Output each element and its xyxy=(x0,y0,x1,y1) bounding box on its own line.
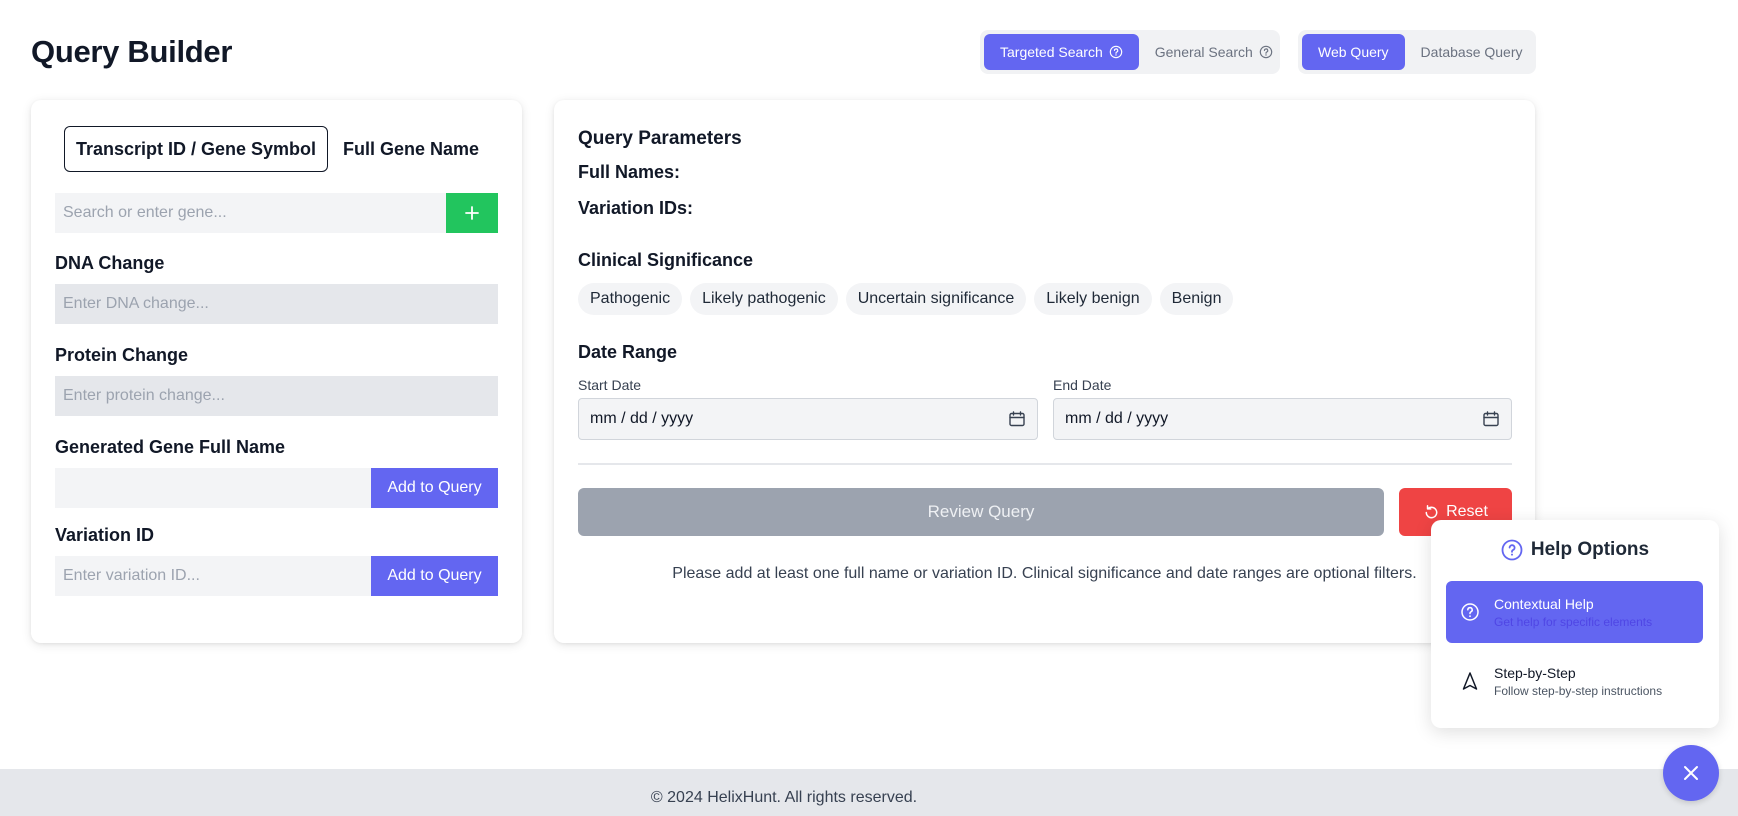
step-by-step-title: Step-by-Step xyxy=(1494,664,1576,681)
protein-change-input[interactable] xyxy=(55,376,498,416)
search-mode-toggle: Targeted Search General Search xyxy=(980,30,1280,74)
step-by-step-text: Step-by-Step Follow step-by-step instruc… xyxy=(1494,665,1662,698)
generated-full-name-field[interactable] xyxy=(55,468,371,508)
contextual-help-title: Contextual Help xyxy=(1494,595,1594,612)
dna-change-input[interactable] xyxy=(55,284,498,324)
page-title: Query Builder xyxy=(31,34,233,69)
gene-search-input[interactable] xyxy=(55,193,446,233)
targeted-search-label: Targeted Search xyxy=(1000,44,1103,60)
help-options-panel: Help Options Contextual Help Get help fo… xyxy=(1431,520,1719,728)
help-options-title: Help Options xyxy=(1530,539,1650,560)
start-date-label: Start Date xyxy=(578,377,642,393)
chip-benign[interactable]: Benign xyxy=(1159,283,1234,315)
start-date-input[interactable]: mm / dd / yyyy xyxy=(578,398,1038,440)
end-date-label: End Date xyxy=(1053,377,1112,393)
gene-input-card: Transcript ID / Gene Symbol Full Gene Na… xyxy=(31,100,522,643)
navigation-icon xyxy=(1462,672,1478,690)
full-names-label: Full Names: xyxy=(578,162,681,182)
calendar-icon[interactable] xyxy=(1008,410,1026,428)
tab-full-gene-name[interactable]: Full Gene Name xyxy=(338,126,484,172)
reset-label: Reset xyxy=(1446,503,1488,520)
end-date-value: mm / dd / yyyy xyxy=(1065,410,1169,427)
contextual-help-text: Contextual Help Get help for specific el… xyxy=(1494,596,1652,629)
query-parameters-title: Query Parameters xyxy=(578,128,742,149)
review-query-button[interactable]: Review Query xyxy=(578,488,1384,536)
help-options-header: Help Options xyxy=(1431,539,1719,561)
contextual-help-option[interactable]: Contextual Help Get help for specific el… xyxy=(1446,581,1703,643)
close-help-button[interactable] xyxy=(1663,745,1719,801)
help-circle-icon[interactable] xyxy=(1259,45,1273,59)
help-circle-icon xyxy=(1501,539,1523,561)
variation-ids-label: Variation IDs: xyxy=(578,198,694,218)
web-query-button[interactable]: Web Query xyxy=(1302,34,1405,70)
variation-id-input[interactable] xyxy=(55,556,371,596)
variation-id-label: Variation ID xyxy=(55,525,155,545)
general-search-label: General Search xyxy=(1154,44,1253,60)
clinical-significance-chips: Pathogenic Likely pathogenic Uncertain s… xyxy=(578,283,1234,315)
query-parameters-card: Query Parameters Full Names: Variation I… xyxy=(554,100,1535,643)
close-icon xyxy=(1684,766,1698,780)
step-by-step-option[interactable]: Step-by-Step Follow step-by-step instruc… xyxy=(1446,650,1703,712)
protein-change-label: Protein Change xyxy=(55,345,189,365)
reset-icon xyxy=(1425,504,1438,518)
start-date-value: mm / dd / yyyy xyxy=(590,410,694,427)
footer-copyright: © 2024 HelixHunt. All rights reserved. xyxy=(650,789,918,806)
date-range-title: Date Range xyxy=(578,342,678,362)
chip-likely-pathogenic[interactable]: Likely pathogenic xyxy=(690,283,838,315)
help-circle-icon[interactable] xyxy=(1109,45,1123,59)
plus-icon xyxy=(465,206,479,220)
chip-uncertain-significance[interactable]: Uncertain significance xyxy=(845,283,1027,315)
step-by-step-description: Follow step-by-step instructions xyxy=(1494,683,1663,698)
chip-likely-benign[interactable]: Likely benign xyxy=(1034,283,1152,315)
chip-pathogenic[interactable]: Pathogenic xyxy=(578,283,683,315)
add-full-name-button[interactable]: Add to Query xyxy=(371,468,498,508)
add-variation-id-button[interactable]: Add to Query xyxy=(371,556,498,596)
query-help-text: Please add at least one full name or var… xyxy=(672,565,1417,582)
clinical-significance-title: Clinical Significance xyxy=(578,250,754,270)
add-gene-button[interactable] xyxy=(446,193,498,233)
divider xyxy=(578,463,1512,465)
dna-change-label: DNA Change xyxy=(55,253,165,273)
tab-transcript-gene-symbol[interactable]: Transcript ID / Gene Symbol xyxy=(64,126,328,172)
general-search-button[interactable]: General Search xyxy=(1139,34,1289,70)
footer: © 2024 HelixHunt. All rights reserved. xyxy=(0,769,1738,816)
query-mode-toggle: Web Query Database Query xyxy=(1298,30,1536,74)
targeted-search-button[interactable]: Targeted Search xyxy=(984,34,1139,70)
end-date-input[interactable]: mm / dd / yyyy xyxy=(1053,398,1512,440)
database-query-button[interactable]: Database Query xyxy=(1405,34,1539,70)
calendar-icon[interactable] xyxy=(1482,410,1500,428)
contextual-help-description: Get help for specific elements xyxy=(1494,614,1653,629)
generated-full-name-label: Generated Gene Full Name xyxy=(55,437,286,457)
help-circle-icon xyxy=(1461,603,1479,621)
